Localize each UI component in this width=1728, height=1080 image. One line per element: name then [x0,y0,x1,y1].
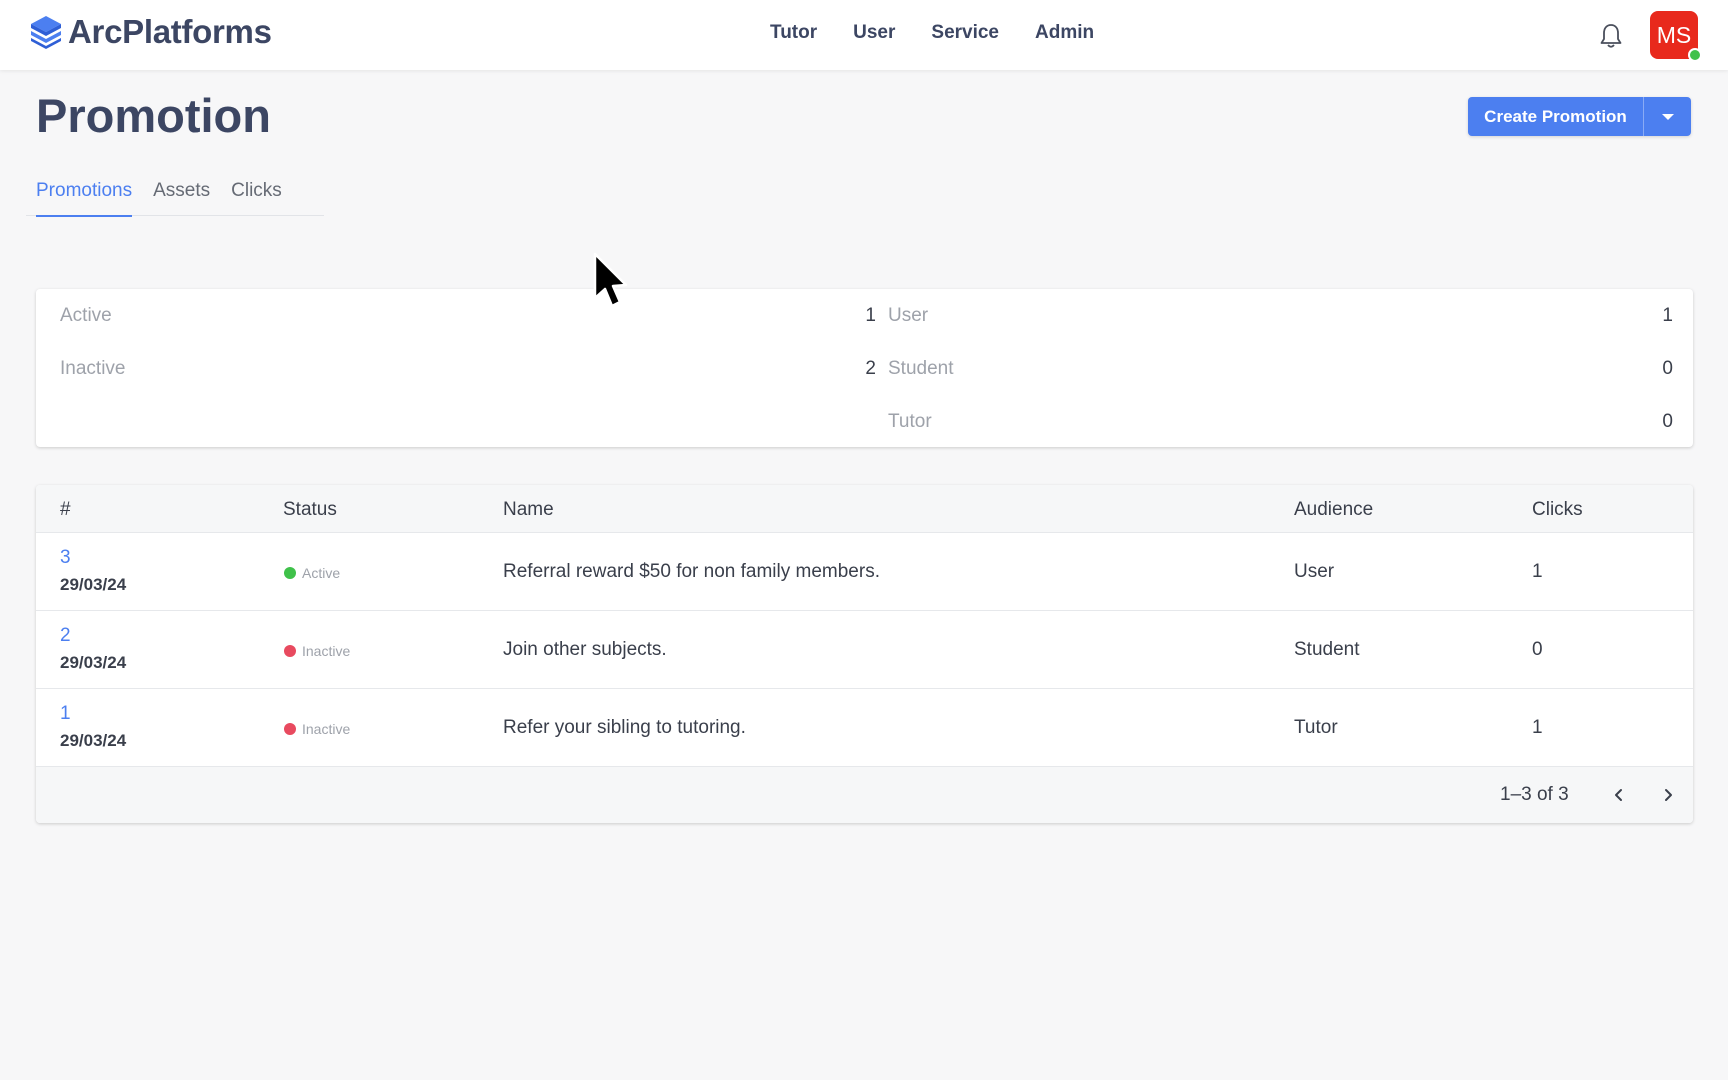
summary-user-label: User [888,305,929,326]
status-label: Inactive [302,643,351,659]
status-dot-icon [284,723,296,735]
summary-student-value: 0 [1662,358,1673,379]
summary-inactive-value: 2 [865,358,876,379]
status-label: Active [302,565,341,581]
online-status-dot [1688,48,1702,62]
caret-down-icon [1661,113,1674,120]
promotion-id-link[interactable]: 2 [60,625,71,647]
promotion-date: 29/03/24 [60,731,127,750]
brand-logo[interactable]: ArcPlatforms [28,12,272,52]
promotion-audience: Student [1294,639,1360,660]
status-badge: Inactive [284,643,350,659]
page-title: Promotion [36,89,271,142]
summary-student-label: Student [888,358,954,379]
arc-logo-icon [31,16,61,49]
status-badge: Active [284,565,340,581]
tab-promotions[interactable]: Promotions [26,176,143,217]
next-page-button[interactable] [1654,781,1682,809]
create-options-dropdown[interactable] [1643,97,1691,136]
top-navbar: ArcPlatforms Tutor User Service Admin MS [0,0,1728,70]
bell-icon[interactable] [1597,22,1625,50]
nav-user[interactable]: User [853,22,895,44]
promotions-table: # Status Name Audience Clicks 3 29/03/24… [36,485,1693,823]
summary-tutor-value: 0 [1662,411,1673,432]
chevron-left-icon [1615,789,1622,801]
previous-page-button[interactable] [1605,781,1633,809]
promotion-audience: User [1294,561,1335,582]
table-row[interactable]: 1 29/03/24 Inactive Refer your sibling t… [36,689,1693,767]
promotion-clicks: 1 [1532,717,1543,738]
promotion-date: 29/03/24 [60,653,127,672]
status-dot-icon [284,567,296,579]
status-label: Inactive [302,721,351,737]
table-row[interactable]: 2 29/03/24 Inactive Join other subjects.… [36,611,1693,689]
table-header: # Status Name Audience Clicks [36,485,1693,533]
column-header-status[interactable]: Status [283,499,337,521]
summary-inactive-label: Inactive [60,358,126,379]
summary-active-label: Active [60,305,112,326]
tab-assets[interactable]: Assets [143,176,221,216]
create-promotion-button[interactable]: Create Promotion [1468,97,1643,136]
pagination-range: 1–3 of 3 [1500,784,1569,805]
promotion-id-link[interactable]: 1 [60,703,71,725]
nav-tutor[interactable]: Tutor [770,22,817,44]
promotion-name: Referral reward $50 for non family membe… [503,561,880,582]
summary-active-value: 1 [865,305,876,326]
promotion-clicks: 0 [1532,639,1543,660]
main-nav: Tutor User Service Admin [770,22,1094,44]
brand-name: ArcPlatforms [68,13,272,50]
summary-card: Active 1 Inactive 2 User 1 Student 0 Tut… [36,289,1693,447]
promotion-date: 29/03/24 [60,575,127,594]
table-row[interactable]: 3 29/03/24 Active Referral reward $50 fo… [36,533,1693,611]
mouse-pointer-icon [593,252,628,308]
table-pagination: 1–3 of 3 [36,767,1693,823]
nav-service[interactable]: Service [931,22,999,44]
column-header-audience[interactable]: Audience [1294,499,1373,521]
promotion-clicks: 1 [1532,561,1543,582]
promotion-name: Join other subjects. [503,639,667,660]
summary-tutor-label: Tutor [888,411,932,432]
summary-user-value: 1 [1662,305,1673,326]
chevron-right-icon [1665,789,1672,801]
promotion-name: Refer your sibling to tutoring. [503,717,746,738]
promotion-id-link[interactable]: 3 [60,547,71,569]
column-header-name[interactable]: Name [503,499,554,521]
column-header-clicks[interactable]: Clicks [1532,499,1583,521]
status-dot-icon [284,645,296,657]
tab-bar: Promotions Assets Clicks [26,176,324,217]
status-badge: Inactive [284,721,350,737]
promotion-audience: Tutor [1294,717,1338,738]
nav-admin[interactable]: Admin [1035,22,1094,44]
column-header-id[interactable]: # [60,499,71,521]
create-promotion-split-button: Create Promotion [1468,97,1691,136]
tab-clicks[interactable]: Clicks [221,176,293,216]
